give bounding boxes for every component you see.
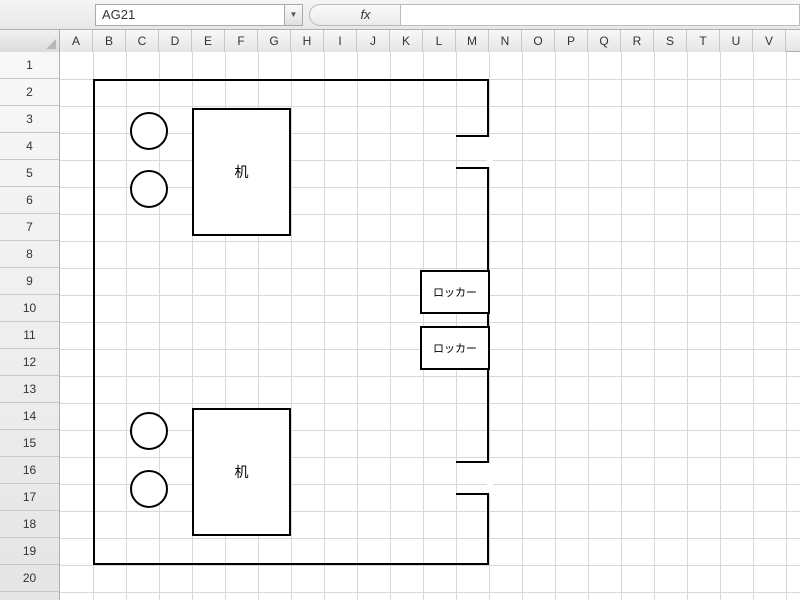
- row-header[interactable]: 6: [0, 187, 59, 214]
- formula-bar: AG21 ▼ fx: [0, 0, 800, 30]
- row-header[interactable]: 5: [0, 160, 59, 187]
- column-header[interactable]: C: [126, 30, 159, 52]
- column-header[interactable]: N: [489, 30, 522, 52]
- gridlines: [60, 52, 800, 600]
- column-header[interactable]: H: [291, 30, 324, 52]
- column-header[interactable]: P: [555, 30, 588, 52]
- formula-input[interactable]: [401, 4, 800, 26]
- grid-area: A B C D E F G H I J K L M N O P Q R S T …: [0, 30, 800, 600]
- spreadsheet-app: AG21 ▼ fx A B C D E F G H I J K L M: [0, 0, 800, 600]
- row-header[interactable]: 16: [0, 457, 59, 484]
- row-header[interactable]: 9: [0, 268, 59, 295]
- column-header[interactable]: K: [390, 30, 423, 52]
- rows-area: 1 2 3 4 5 6 7 8 9 10 11 12 13 14 15 16 1…: [0, 52, 800, 600]
- row-header[interactable]: 7: [0, 214, 59, 241]
- column-header[interactable]: V: [753, 30, 786, 52]
- row-header[interactable]: 15: [0, 430, 59, 457]
- row-header[interactable]: 4: [0, 133, 59, 160]
- name-box[interactable]: AG21: [95, 4, 285, 26]
- column-header[interactable]: S: [654, 30, 687, 52]
- column-header[interactable]: T: [687, 30, 720, 52]
- column-header[interactable]: A: [60, 30, 93, 52]
- select-all-corner[interactable]: [0, 30, 60, 52]
- column-header[interactable]: B: [93, 30, 126, 52]
- name-box-dropdown[interactable]: ▼: [285, 4, 303, 26]
- row-header[interactable]: 19: [0, 538, 59, 565]
- column-header[interactable]: U: [720, 30, 753, 52]
- row-header[interactable]: 13: [0, 376, 59, 403]
- row-header[interactable]: 17: [0, 484, 59, 511]
- row-header[interactable]: 14: [0, 403, 59, 430]
- column-header[interactable]: M: [456, 30, 489, 52]
- cells-area[interactable]: 机 机 ロッカー ロッカー: [60, 52, 800, 600]
- fx-icon: fx: [360, 7, 370, 22]
- column-header[interactable]: O: [522, 30, 555, 52]
- fx-controls: fx: [309, 4, 401, 26]
- fx-button[interactable]: fx: [331, 4, 401, 26]
- row-headers: 1 2 3 4 5 6 7 8 9 10 11 12 13 14 15 16 1…: [0, 52, 60, 600]
- row-header[interactable]: 8: [0, 241, 59, 268]
- column-header[interactable]: L: [423, 30, 456, 52]
- column-header[interactable]: R: [621, 30, 654, 52]
- column-headers: A B C D E F G H I J K L M N O P Q R S T …: [0, 30, 800, 52]
- row-header[interactable]: 11: [0, 322, 59, 349]
- row-header[interactable]: 18: [0, 511, 59, 538]
- row-header[interactable]: 2: [0, 79, 59, 106]
- column-header[interactable]: G: [258, 30, 291, 52]
- row-header[interactable]: 10: [0, 295, 59, 322]
- row-header[interactable]: 1: [0, 52, 59, 79]
- column-header[interactable]: I: [324, 30, 357, 52]
- fx-expand-icon[interactable]: [309, 4, 331, 26]
- cell-reference: AG21: [102, 7, 135, 22]
- chevron-down-icon: ▼: [290, 10, 298, 19]
- column-header[interactable]: E: [192, 30, 225, 52]
- column-header[interactable]: D: [159, 30, 192, 52]
- row-header[interactable]: 20: [0, 565, 59, 592]
- row-header[interactable]: 3: [0, 106, 59, 133]
- row-header[interactable]: 12: [0, 349, 59, 376]
- column-header[interactable]: Q: [588, 30, 621, 52]
- column-header[interactable]: J: [357, 30, 390, 52]
- column-header[interactable]: F: [225, 30, 258, 52]
